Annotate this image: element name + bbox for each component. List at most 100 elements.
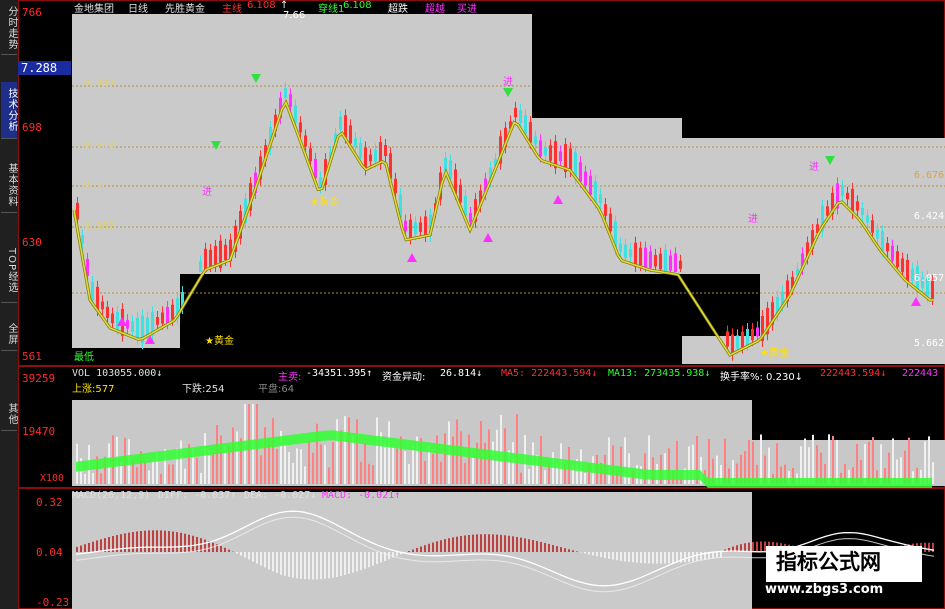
candle-body [449,160,452,179]
macd-bar [268,552,270,570]
macd-bar [460,536,462,552]
macd-bar [344,552,346,576]
macd-bar [472,534,474,552]
candle-body [736,335,739,349]
gold-marker-3: ★黄金 [760,348,789,359]
volume-bar [360,461,362,484]
candle-body [634,242,637,267]
extra-value-1: 222443.594↓ [820,368,887,379]
candle-body [444,157,447,172]
candle-body [161,312,164,324]
macd-axis-top: 0.32 [36,496,63,509]
macd-bar [224,547,226,552]
candle-body [726,331,729,347]
macd-bar [440,540,442,552]
volume-bar [608,437,610,484]
macd-bar [348,552,350,574]
macd-bar [624,552,626,562]
macd-bar [928,542,930,552]
fib-0618: 0.618 [84,140,115,151]
indicator-name: 先胜黄金 [165,4,205,15]
macd-bar [448,538,450,552]
macd-bar [328,552,330,579]
candle-body [534,136,537,145]
candle-body [609,213,612,232]
candle-body [314,158,317,179]
volume-bar [460,431,462,484]
volume-bar [84,473,86,484]
volume-bar [396,448,398,484]
macd-bar [152,530,154,552]
macd-bar [748,542,750,552]
main-line-value: 6.108 [247,0,276,11]
candle-body [856,201,859,211]
macd-bar [148,530,150,552]
candle-body [906,259,909,282]
volume-bar [236,431,238,484]
volume-bar [464,462,466,484]
candle-body [886,243,889,252]
macd-bar [312,552,314,580]
macd-bar [248,552,250,560]
volume-bar [472,457,474,484]
volume-bar [828,434,830,484]
volume-bar [288,452,290,484]
volume-bar [512,442,514,484]
macd-bar [124,533,126,552]
macd-bar [476,534,478,552]
low-label: 最低 [74,352,94,363]
macd-bar [760,541,762,552]
volume-bar [376,417,378,484]
volume-bar [216,424,218,484]
macd-bar [480,534,482,552]
volume-bar [100,473,102,484]
peak-price: 7.66 [283,10,306,21]
candle-body [136,318,139,339]
macd-bar [228,549,230,552]
volume-bar [276,448,278,484]
candle-body [156,316,159,325]
macd-bar [512,536,514,552]
volume-bar [304,466,306,484]
volume-bar [552,452,554,484]
macd-bar [924,542,926,552]
fund-flow-value: 26.814↓ [440,368,483,379]
volume-bar [868,441,870,484]
macd-bar [568,549,570,552]
turnover-value: 换手率%: 0.230↓ [720,372,804,383]
macd-bar [236,552,238,554]
macd-bar [628,552,630,562]
volume-bar [168,464,170,484]
volume-axis-unit: X100 [40,473,65,484]
macd-bar [644,552,646,564]
volume-bar [296,448,298,484]
candle-body [209,249,212,267]
macd-bar [180,532,182,552]
candle-body [594,181,597,203]
candle-body [559,151,562,162]
macd-bar [532,540,534,552]
candle-body [604,204,607,216]
macd-bar [340,552,342,576]
candle-body [871,220,874,233]
candle-body [529,122,532,143]
macd-bar [172,531,174,552]
macd-bar [488,534,490,552]
macd-bar [144,530,146,552]
macd-bar [468,535,470,552]
macd-bar [452,537,454,552]
macd-bar [324,552,326,579]
volume-bar [776,443,778,484]
gold-marker-2: ★黄金 [205,336,234,347]
macd-bar [536,540,538,552]
macd-bar [592,552,594,556]
volume-bar [856,443,858,484]
candle-body [896,251,899,268]
volume-bar [344,416,346,484]
candle-body [166,306,169,324]
macd-bar [700,552,702,561]
candle-body [659,253,662,270]
macd-bar [244,552,246,558]
candle-body [111,313,114,324]
volume-bar [520,472,522,484]
